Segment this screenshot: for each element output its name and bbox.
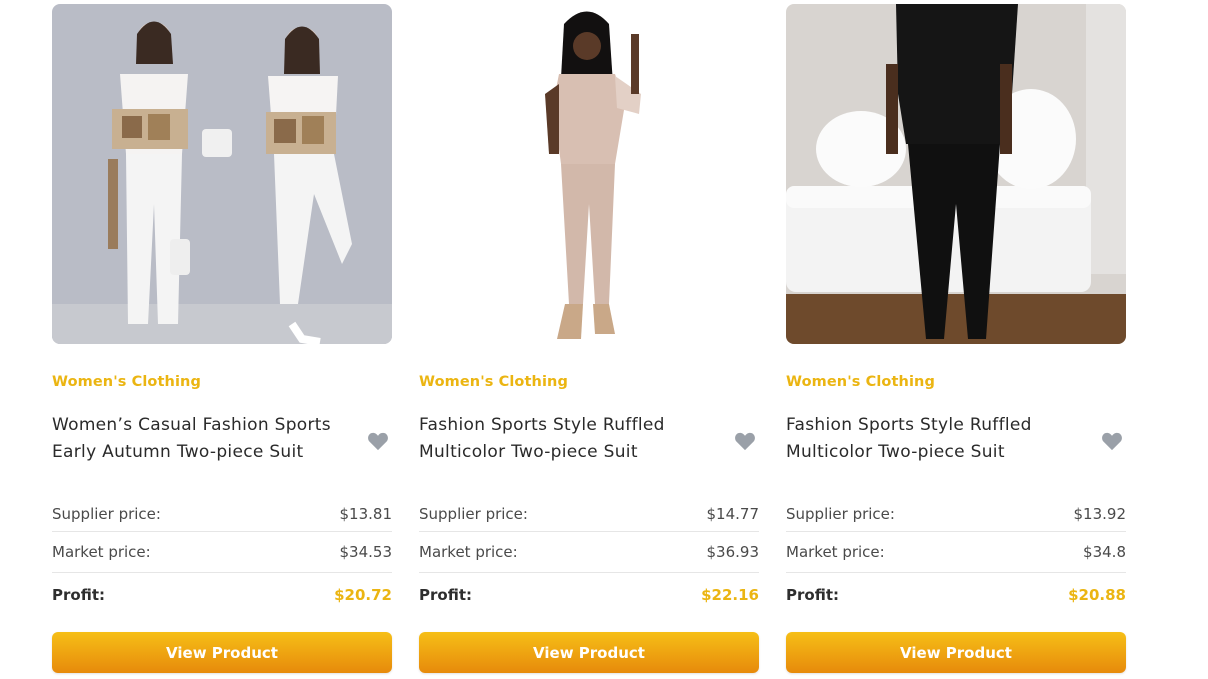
profit-row: Profit: $20.72 (52, 573, 392, 617)
product-grid: Women's Clothing Women’s Casual Fashion … (52, 4, 1126, 673)
product-title[interactable]: Fashion Sports Style Ruffled Multicolor … (419, 412, 699, 466)
heart-icon[interactable] (367, 431, 389, 451)
market-price-label: Market price: (786, 543, 885, 561)
product-category[interactable]: Women's Clothing (419, 374, 759, 392)
market-price-value: $34.53 (339, 543, 393, 561)
profit-row: Profit: $20.88 (786, 573, 1126, 617)
profit-label: Profit: (52, 586, 105, 604)
product-photo-black-suit (786, 4, 1126, 344)
supplier-price-label: Supplier price: (419, 504, 528, 523)
profit-label: Profit: (786, 586, 839, 604)
market-price-row: Market price: $34.53 (52, 532, 392, 573)
supplier-price-label: Supplier price: (52, 504, 161, 523)
product-title[interactable]: Women’s Casual Fashion Sports Early Autu… (52, 412, 332, 466)
profit-value: $20.72 (334, 586, 392, 604)
product-title-row: Fashion Sports Style Ruffled Multicolor … (419, 412, 759, 482)
supplier-price-value: $14.77 (706, 504, 760, 523)
supplier-price-value: $13.92 (1073, 504, 1127, 523)
profit-value: $22.16 (701, 586, 759, 604)
market-price-label: Market price: (419, 543, 518, 561)
market-price-label: Market price: (52, 543, 151, 561)
profit-value: $20.88 (1068, 586, 1126, 604)
product-card: Women's Clothing Fashion Sports Style Ru… (786, 4, 1126, 673)
heart-icon[interactable] (1101, 431, 1123, 451)
heart-icon[interactable] (734, 431, 756, 451)
product-category[interactable]: Women's Clothing (52, 374, 392, 392)
product-title-row: Fashion Sports Style Ruffled Multicolor … (786, 412, 1126, 482)
product-category[interactable]: Women's Clothing (786, 374, 1126, 392)
view-product-button[interactable]: View Product (786, 632, 1126, 673)
supplier-price-row: Supplier price: $13.92 (786, 496, 1126, 532)
market-price-value: $34.8 (1083, 543, 1126, 561)
view-product-button[interactable]: View Product (419, 632, 759, 673)
market-price-value: $36.93 (706, 543, 760, 561)
product-card: Women's Clothing Women’s Casual Fashion … (52, 4, 392, 673)
product-image[interactable] (419, 4, 759, 344)
supplier-price-value: $13.81 (339, 504, 393, 523)
profit-label: Profit: (419, 586, 472, 604)
market-price-row: Market price: $34.8 (786, 532, 1126, 573)
product-image[interactable] (786, 4, 1126, 344)
profit-row: Profit: $22.16 (419, 573, 759, 617)
market-price-row: Market price: $36.93 (419, 532, 759, 573)
supplier-price-row: Supplier price: $14.77 (419, 496, 759, 532)
product-card: Women's Clothing Fashion Sports Style Ru… (419, 4, 759, 673)
product-title-row: Women’s Casual Fashion Sports Early Autu… (52, 412, 392, 482)
product-title[interactable]: Fashion Sports Style Ruffled Multicolor … (786, 412, 1066, 466)
product-image[interactable] (52, 4, 392, 344)
product-photo-beige-suit (419, 4, 759, 344)
product-photo-white-suits (52, 4, 392, 344)
supplier-price-row: Supplier price: $13.81 (52, 496, 392, 532)
supplier-price-label: Supplier price: (786, 504, 895, 523)
view-product-button[interactable]: View Product (52, 632, 392, 673)
